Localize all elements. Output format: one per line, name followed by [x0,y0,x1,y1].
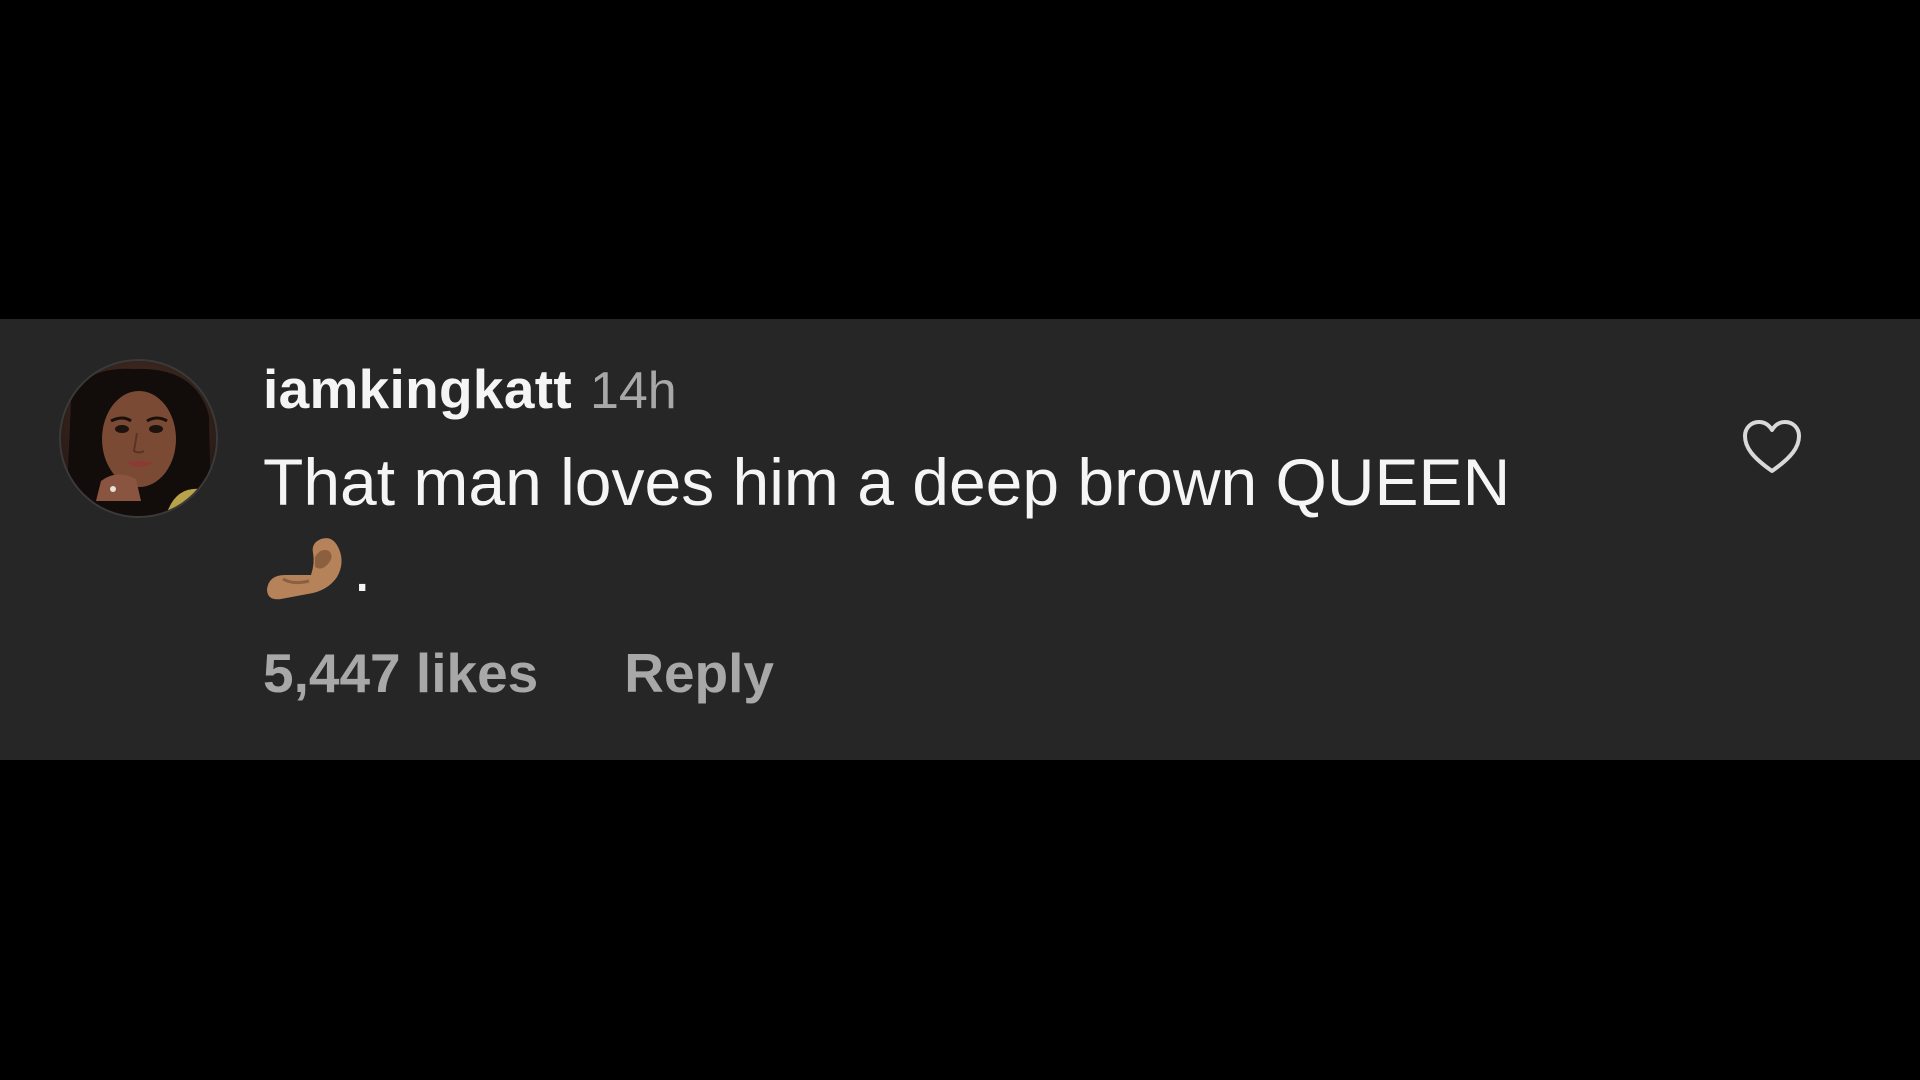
avatar-image [61,361,216,516]
screen: iamkingkatt 14h That man loves him a dee… [0,0,1920,1080]
reply-button[interactable]: Reply [624,641,774,705]
timestamp: 14h [589,362,677,420]
avatar[interactable] [61,361,216,516]
username-link[interactable]: iamkingkatt [263,357,572,421]
heart-outline-icon[interactable] [1742,419,1802,475]
pinched-fingers-icon [263,529,353,605]
comment-text-tail: . [353,531,372,605]
comment-text-main: That man loves him a deep brown QUEEN [263,445,1511,519]
comment-header: iamkingkatt 14h [263,357,1623,421]
likes-count-link[interactable]: 5,447 likes [263,641,538,705]
comment-card: iamkingkatt 14h That man loves him a dee… [0,319,1920,760]
comment-body: iamkingkatt 14h That man loves him a dee… [263,357,1623,611]
comment-actions: 5,447 likes Reply [263,641,774,705]
comment-text: That man loves him a deep brown QUEEN . [263,439,1593,611]
